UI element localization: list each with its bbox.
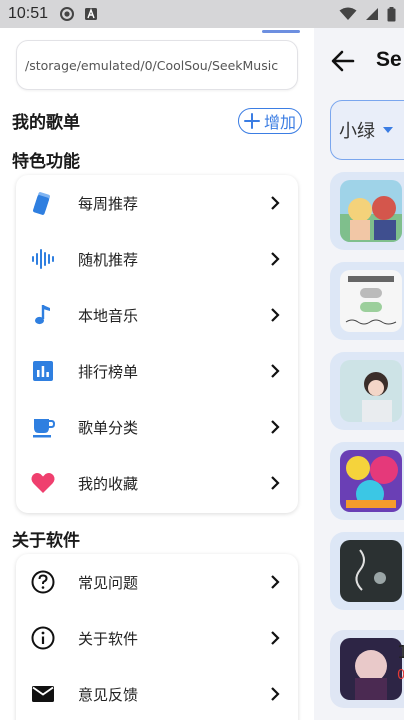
menu-item-charts[interactable]: 排行榜单 [16, 343, 298, 399]
menu-item-label: 关于软件 [78, 629, 139, 648]
chevron-right-icon [271, 631, 280, 645]
music-note-icon [30, 302, 56, 328]
chevron-right-icon [271, 575, 280, 589]
chevron-right-icon [271, 308, 280, 322]
chevron-right-icon [271, 364, 280, 378]
menu-item-label: 我的收藏 [78, 474, 139, 493]
chevron-right-icon [271, 687, 280, 701]
album-cover [340, 180, 402, 242]
cup-icon [30, 414, 56, 440]
info-icon [30, 625, 56, 651]
menu-item-random[interactable]: 随机推荐 [16, 231, 298, 287]
card-sub-text: 0 [397, 668, 404, 683]
features-title: 特色功能 [12, 152, 80, 172]
add-playlist-label: 增加 [263, 113, 296, 132]
plus-icon [243, 113, 260, 129]
path-input[interactable] [25, 57, 297, 73]
path-field[interactable] [16, 40, 298, 90]
chevron-right-icon [271, 476, 280, 490]
signal-icon [366, 8, 378, 20]
menu-item-label: 每周推荐 [78, 194, 139, 213]
menu-item-label: 意见反馈 [78, 685, 139, 704]
card-title-text: 1 [397, 642, 404, 663]
back-arrow-icon[interactable] [330, 48, 356, 74]
menu-item-about[interactable]: 关于软件 [16, 610, 298, 666]
menu-item-label: 常见问题 [78, 573, 139, 592]
menu-item-categories[interactable]: 歌单分类 [16, 399, 298, 455]
path-indicator [262, 30, 300, 33]
menu-item-label: 随机推荐 [78, 250, 139, 269]
about-card: 常见问题 关于软件 意见反馈 [16, 554, 298, 720]
chevron-right-icon [271, 196, 280, 210]
chevron-right-icon [271, 420, 280, 434]
soundwave-icon [30, 246, 56, 272]
navigation-drawer: 我的歌单 增加 特色功能 每周推荐 随机推荐 本地音乐 [0, 28, 314, 720]
source-select-value: 小绿 [339, 121, 375, 142]
cards-icon [30, 190, 56, 216]
status-bar: 10:51 [0, 0, 404, 28]
bar-chart-icon [30, 358, 56, 384]
chevron-right-icon [271, 252, 280, 266]
main-title: Se [376, 48, 402, 71]
app-a-icon [85, 8, 98, 20]
mail-icon [30, 681, 56, 707]
add-playlist-button[interactable]: 增加 [238, 108, 302, 134]
playlists-title: 我的歌单 [12, 113, 80, 133]
menu-item-label: 歌单分类 [78, 418, 139, 437]
menu-item-label: 排行榜单 [78, 362, 139, 381]
menu-item-local-music[interactable]: 本地音乐 [16, 287, 298, 343]
wifi-icon [339, 7, 357, 20]
status-time: 10:51 [8, 5, 49, 22]
dropdown-caret-icon [383, 127, 393, 133]
menu-item-weekly[interactable]: 每周推荐 [16, 175, 298, 231]
album-cover [340, 638, 402, 700]
battery-icon [387, 6, 396, 21]
source-select[interactable]: 小绿 [330, 100, 404, 160]
album-cover [340, 270, 402, 332]
record-icon [60, 7, 75, 21]
heart-icon [30, 470, 56, 496]
album-cover [340, 540, 402, 602]
menu-item-feedback[interactable]: 意见反馈 [16, 666, 298, 720]
features-card: 每周推荐 随机推荐 本地音乐 排行榜单 歌单分类 我的收藏 [16, 175, 298, 513]
question-icon [30, 569, 56, 595]
menu-item-label: 本地音乐 [78, 306, 139, 325]
about-title: 关于软件 [12, 531, 80, 551]
album-cover [340, 450, 402, 512]
menu-item-faq[interactable]: 常见问题 [16, 554, 298, 610]
menu-item-favorites[interactable]: 我的收藏 [16, 455, 298, 511]
album-cover [340, 360, 402, 422]
